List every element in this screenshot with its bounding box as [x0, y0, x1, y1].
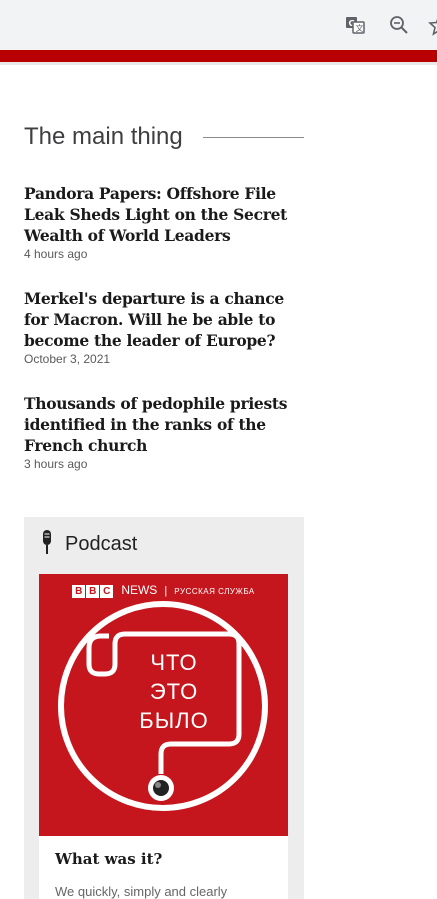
- cover-news: NEWS: [121, 583, 158, 597]
- bbc-logo-block: C: [100, 585, 114, 598]
- list-item[interactable]: Pandora Papers: Offshore File Leak Sheds…: [24, 183, 306, 262]
- bbc-logo-block: B: [72, 585, 86, 598]
- bbc-logo-block: B: [86, 585, 100, 598]
- article-title[interactable]: Merkel's departure is a chance for Macro…: [24, 288, 306, 351]
- podcast-title[interactable]: What was it?: [55, 850, 162, 868]
- cover-title: ЧТО ЭТО БЫЛО: [109, 648, 239, 735]
- cover-separator: |: [164, 585, 168, 597]
- cover-line: ЭТО: [149, 679, 199, 704]
- divider: [0, 62, 437, 65]
- microphone-icon: [43, 530, 51, 554]
- cover-line: ЧТО: [150, 650, 198, 675]
- list-item[interactable]: Thousands of pedophile priests identifie…: [24, 393, 306, 472]
- cover-brand: BBC NEWS | РУССКАЯ СЛУЖБА: [39, 583, 288, 598]
- brand-bar: [0, 50, 437, 62]
- podcast-card[interactable]: Podcast BBC NEWS | РУССКАЯ СЛУЖБА ЧТО ЭТ…: [24, 517, 304, 899]
- podcast-info[interactable]: What was it? We quickly, simply and clea…: [39, 836, 288, 899]
- browser-toolbar: G 文: [0, 0, 437, 50]
- podcast-cover[interactable]: BBC NEWS | РУССКАЯ СЛУЖБА ЧТО ЭТО БЫЛО: [39, 574, 288, 836]
- translate-icon[interactable]: G 文: [344, 14, 366, 36]
- list-item[interactable]: Merkel's departure is a chance for Macro…: [24, 288, 306, 367]
- podcast-label: Podcast: [65, 533, 138, 555]
- cover-line: БЫЛО: [139, 708, 209, 733]
- article-timestamp: 3 hours ago: [24, 457, 88, 471]
- section-title: The main thing: [24, 123, 183, 150]
- cover-service: РУССКАЯ СЛУЖБА: [174, 587, 255, 596]
- svg-text:文: 文: [356, 23, 364, 33]
- podcast-description: We quickly, simply and clearly: [55, 884, 228, 899]
- article-title[interactable]: Pandora Papers: Offshore File Leak Sheds…: [24, 183, 306, 246]
- article-timestamp: 4 hours ago: [24, 247, 88, 261]
- star-icon[interactable]: [428, 14, 437, 36]
- section-rule: [203, 137, 304, 138]
- article-title[interactable]: Thousands of pedophile priests identifie…: [24, 393, 306, 456]
- zoom-out-icon[interactable]: [388, 14, 410, 36]
- article-timestamp: October 3, 2021: [24, 352, 111, 366]
